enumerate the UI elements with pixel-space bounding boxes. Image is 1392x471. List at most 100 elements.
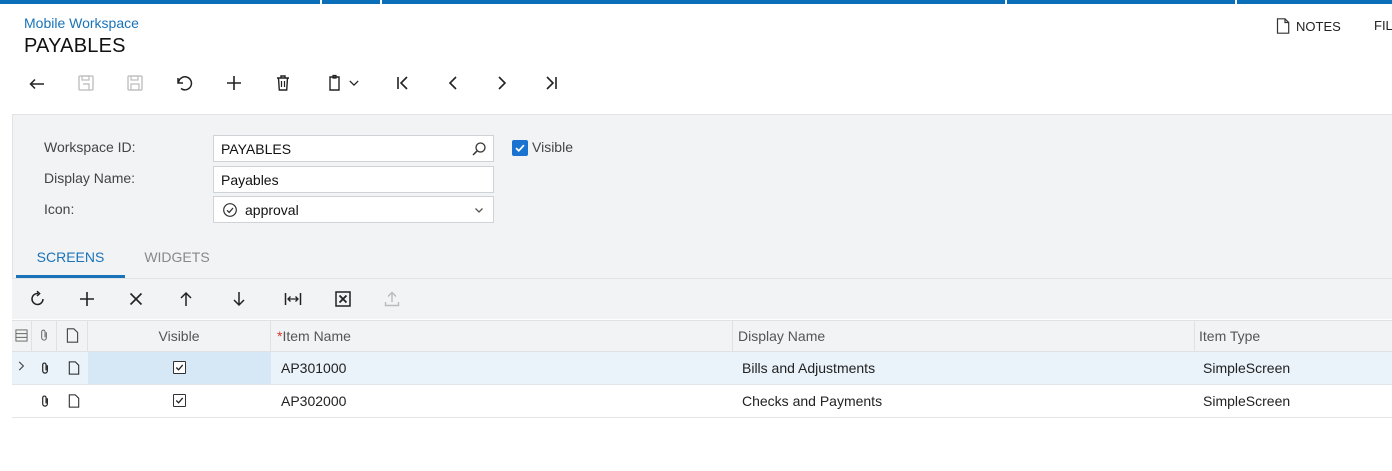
display-name-field[interactable]: Payables — [213, 166, 494, 193]
visible-checkbox-label[interactable]: Visible — [532, 139, 573, 155]
previous-record-button[interactable] — [438, 68, 468, 98]
arrow-down-icon — [233, 292, 245, 307]
grid-toolbar — [12, 279, 1392, 319]
icon-label: Icon: — [44, 201, 75, 217]
workspace-id-label: Workspace ID: — [44, 139, 136, 155]
delete-row-button[interactable] — [123, 287, 149, 311]
search-icon[interactable] — [471, 141, 487, 157]
display-name-cell[interactable]: Checks and Payments — [742, 385, 1192, 417]
add-row-button[interactable] — [74, 287, 100, 311]
document-icon — [1276, 18, 1290, 34]
item-name-column-header[interactable]: *Item Name — [271, 321, 733, 352]
workspace-id-value: PAYABLES — [221, 141, 292, 157]
notes-label: NOTES — [1296, 18, 1341, 34]
table-row[interactable]: AP301000 Bills and Adjustments SimpleScr… — [12, 352, 1392, 385]
display-name-cell[interactable]: Bills and Adjustments — [742, 352, 1192, 384]
tab-widgets[interactable]: WIDGETS — [125, 244, 229, 278]
display-name-value: Payables — [221, 172, 279, 188]
grid-header: Visible *Item Name Display Name Item Typ… — [12, 320, 1392, 352]
visible-cell[interactable] — [88, 352, 271, 384]
document-icon — [66, 328, 79, 343]
item-name-cell[interactable]: AP301000 — [281, 352, 731, 384]
chevron-right-icon — [18, 361, 25, 371]
visible-column-header[interactable]: Visible — [88, 321, 271, 352]
clipboard-icon — [329, 74, 340, 91]
icon-select[interactable]: approval — [213, 196, 494, 223]
notes-button[interactable]: NOTES — [1276, 18, 1341, 34]
excel-icon — [335, 291, 351, 307]
attachment-cell[interactable] — [32, 385, 57, 417]
upload-button[interactable] — [379, 287, 405, 311]
notes-column-header — [57, 321, 88, 352]
last-record-button[interactable] — [536, 68, 566, 98]
item-name-column-label: Item Name — [282, 328, 351, 344]
row-visible-checkbox[interactable] — [173, 394, 186, 407]
approval-icon — [223, 203, 237, 217]
close-icon — [129, 292, 143, 306]
tab-screens[interactable]: SCREENS — [16, 244, 125, 278]
checkmark-icon — [175, 397, 184, 404]
document-icon — [68, 394, 80, 408]
first-record-button[interactable] — [388, 68, 418, 98]
next-record-button[interactable] — [487, 68, 517, 98]
refresh-button[interactable] — [25, 287, 51, 311]
display-name-column-header[interactable]: Display Name — [733, 321, 1195, 352]
visible-cell[interactable] — [88, 385, 271, 417]
item-type-cell[interactable]: SimpleScreen — [1203, 385, 1392, 417]
attachment-column-header — [32, 321, 57, 352]
table-row[interactable]: AP302000 Checks and Payments SimpleScree… — [12, 385, 1392, 418]
save-close-icon — [78, 75, 94, 91]
notes-cell[interactable] — [57, 352, 88, 384]
move-down-button[interactable] — [226, 287, 252, 311]
checkmark-icon — [515, 144, 525, 153]
screens-grid: Visible *Item Name Display Name Item Typ… — [12, 278, 1392, 471]
item-name-cell[interactable]: AP302000 — [281, 385, 731, 417]
save-icon — [127, 75, 143, 91]
add-button[interactable] — [219, 68, 249, 98]
workspace-id-field[interactable]: PAYABLES — [213, 135, 494, 162]
add-icon — [227, 76, 241, 90]
files-button[interactable]: FIL — [1374, 18, 1392, 33]
paperclip-icon — [42, 395, 48, 407]
delete-button[interactable] — [268, 68, 298, 98]
row-selector[interactable] — [12, 385, 32, 417]
notes-cell[interactable] — [57, 385, 88, 417]
item-type-cell[interactable]: SimpleScreen — [1203, 352, 1392, 384]
paperclip-icon — [41, 329, 47, 341]
display-name-label: Display Name: — [44, 170, 136, 186]
page-title: PAYABLES — [24, 35, 126, 57]
copy-paste-dropdown[interactable] — [344, 68, 364, 98]
back-button[interactable] — [22, 68, 52, 98]
chevron-right-icon — [498, 76, 507, 90]
row-selector[interactable] — [12, 352, 32, 384]
paperclip-icon — [42, 362, 48, 374]
export-excel-button[interactable] — [330, 287, 356, 311]
column-config-icon — [15, 329, 28, 342]
undo-button[interactable] — [169, 68, 199, 98]
fit-columns-button[interactable] — [280, 287, 306, 311]
last-record-icon — [546, 76, 557, 90]
move-up-button[interactable] — [173, 287, 199, 311]
back-icon — [29, 78, 44, 90]
checkmark-icon — [175, 364, 184, 371]
arrow-up-icon — [180, 291, 192, 306]
add-icon — [80, 292, 94, 306]
chevron-down-icon — [349, 80, 359, 86]
upload-icon — [384, 291, 400, 307]
column-selector-header[interactable] — [12, 321, 32, 352]
undo-icon — [177, 76, 193, 91]
chevron-left-icon — [448, 76, 457, 90]
first-record-icon — [397, 76, 408, 90]
attachment-cell[interactable] — [32, 352, 57, 384]
item-type-column-header[interactable]: Item Type — [1195, 321, 1392, 352]
refresh-icon — [31, 290, 44, 306]
fit-columns-icon — [284, 293, 302, 305]
icon-select-value: approval — [245, 202, 299, 218]
save-close-button[interactable] — [71, 68, 101, 98]
save-button[interactable] — [120, 68, 150, 98]
breadcrumb[interactable]: Mobile Workspace — [24, 15, 139, 31]
top-accent-bar — [0, 0, 1392, 4]
visible-checkbox[interactable] — [512, 140, 528, 156]
row-visible-checkbox[interactable] — [173, 361, 186, 374]
chevron-down-icon — [475, 208, 483, 213]
